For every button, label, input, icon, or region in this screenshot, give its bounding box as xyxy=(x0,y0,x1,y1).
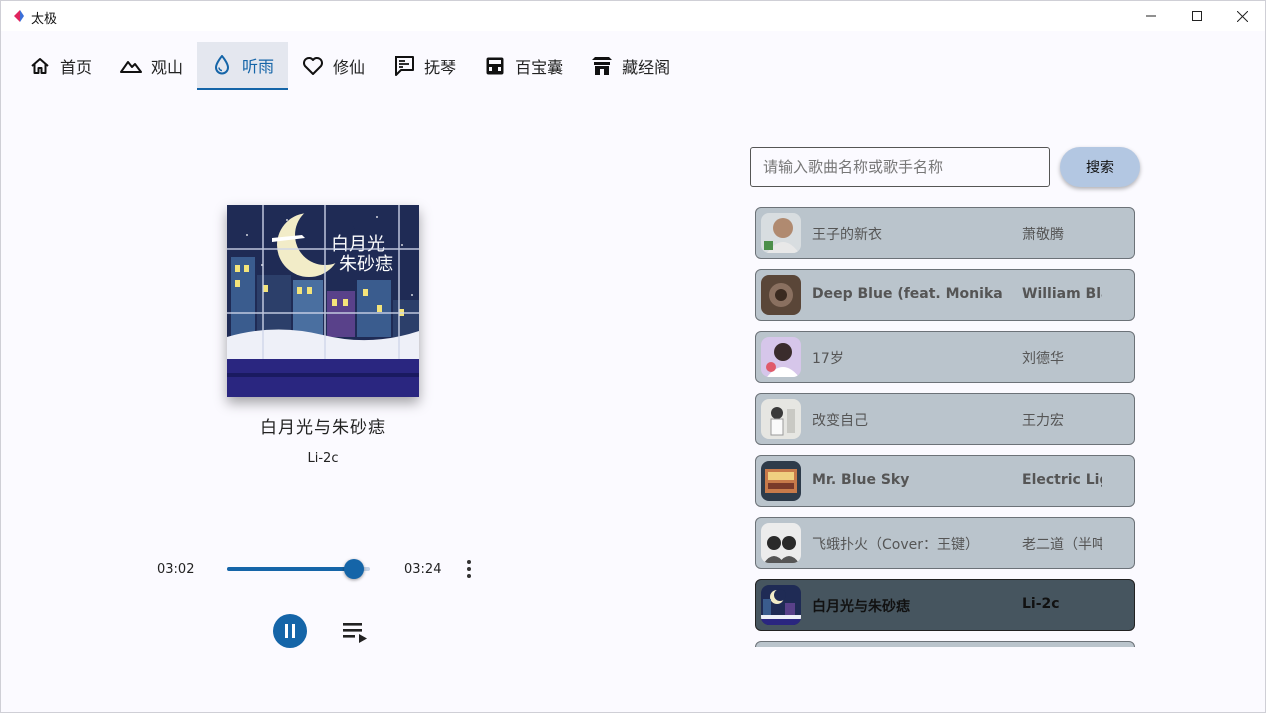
list-item-partial[interactable] xyxy=(755,641,1135,647)
tab-guqin[interactable]: 抚琴 xyxy=(379,42,470,90)
heart-icon xyxy=(302,55,324,77)
minimize-button[interactable] xyxy=(1128,1,1174,31)
song-name: 王子的新衣 xyxy=(812,227,882,243)
list-item[interactable]: 王子的新衣 萧敬腾 xyxy=(755,207,1135,259)
song-name: 改变自己 xyxy=(812,413,868,429)
tab-treasure[interactable]: 百宝囊 xyxy=(470,42,577,90)
total-time: 03:24 xyxy=(404,562,442,577)
pause-button[interactable] xyxy=(273,614,307,648)
song-name: 白月光与朱砂痣 xyxy=(812,599,910,615)
list-item[interactable]: 飞蛾扑火（Cover：王键） 老二道（半吨兄弟） xyxy=(755,517,1135,569)
song-artist: 王力宏 xyxy=(1022,413,1064,429)
search-button[interactable]: 搜索 xyxy=(1060,147,1140,187)
song-list[interactable]: 王子的新衣 萧敬腾 Deep Blue (feat. Monika Santuc… xyxy=(755,207,1137,647)
tab-label: 首页 xyxy=(60,58,93,77)
app-window: 太极 首页 观山 听雨 修仙 抚琴 百宝囊 藏经阁 白月光 朱砂痣 白月光与朱砂… xyxy=(0,0,1266,713)
window-title: 太极 xyxy=(31,12,58,27)
list-item-current[interactable]: 白月光与朱砂痣 Li-2c xyxy=(755,579,1135,631)
song-name: 飞蛾扑火（Cover：王键） xyxy=(812,537,979,553)
inbox-icon xyxy=(484,55,506,77)
tab-label: 修仙 xyxy=(333,58,366,77)
tab-label: 百宝囊 xyxy=(515,58,564,77)
progress-thumb[interactable] xyxy=(344,559,365,579)
main-nav: 首页 观山 听雨 修仙 抚琴 百宝囊 藏经阁 xyxy=(15,42,684,90)
list-item[interactable]: Mr. Blue Sky Electric Light Orchestra xyxy=(755,455,1135,507)
svg-text:朱砂痣: 朱砂痣 xyxy=(339,254,393,275)
maximize-button[interactable] xyxy=(1174,1,1220,31)
song-title: 白月光与朱砂痣 xyxy=(260,418,386,438)
song-name: Mr. Blue Sky xyxy=(812,472,910,488)
album-cover: 白月光 朱砂痣 xyxy=(227,205,419,397)
tab-cultivate[interactable]: 修仙 xyxy=(288,42,379,90)
temple-icon xyxy=(591,55,613,77)
song-thumbnail xyxy=(761,585,801,625)
tab-label: 抚琴 xyxy=(424,58,457,77)
close-icon xyxy=(1236,10,1248,22)
search-input[interactable] xyxy=(750,147,1050,187)
tab-library[interactable]: 藏经阁 xyxy=(577,42,684,90)
progress-fill xyxy=(227,567,355,571)
list-item[interactable]: Deep Blue (feat. Monika Santucci) Willia… xyxy=(755,269,1135,321)
song-thumbnail xyxy=(761,461,801,501)
title-bar: 太极 xyxy=(1,1,1265,31)
playlist-button[interactable] xyxy=(340,618,370,646)
song-thumbnail xyxy=(761,523,801,563)
song-artist: Li-2c xyxy=(307,451,339,466)
song-artist: Electric Light Orchestra xyxy=(1022,472,1102,488)
more-vert-icon xyxy=(467,560,471,578)
more-options-button[interactable] xyxy=(459,558,479,580)
pause-icon xyxy=(285,624,295,638)
song-name: 17岁 xyxy=(812,351,844,367)
song-artist: 老二道（半吨兄弟） xyxy=(1022,537,1102,553)
close-button[interactable] xyxy=(1219,1,1265,31)
tab-rain[interactable]: 听雨 xyxy=(197,42,289,90)
song-thumbnail xyxy=(761,399,801,439)
home-icon xyxy=(29,55,51,77)
song-thumbnail xyxy=(761,275,801,315)
app-logo-icon xyxy=(14,10,24,22)
song-artist: 刘德华 xyxy=(1022,351,1064,367)
song-artist: Li-2c xyxy=(1022,596,1060,612)
tab-label: 听雨 xyxy=(242,57,275,76)
song-thumbnail xyxy=(761,213,801,253)
song-name: Deep Blue (feat. Monika Santucci) xyxy=(812,286,1008,302)
tab-mountains[interactable]: 观山 xyxy=(106,42,197,90)
mountains-icon xyxy=(120,55,143,77)
tab-label: 观山 xyxy=(151,58,184,77)
list-item[interactable]: 17岁 刘德华 xyxy=(755,331,1135,383)
notes-icon xyxy=(393,55,415,77)
minimize-icon xyxy=(1146,15,1156,17)
water-drop-icon xyxy=(211,54,233,76)
song-artist: William Black xyxy=(1022,286,1102,302)
svg-text:白月光: 白月光 xyxy=(331,234,385,255)
song-thumbnail xyxy=(761,337,801,377)
maximize-icon xyxy=(1192,11,1202,21)
song-artist: 萧敬腾 xyxy=(1022,227,1064,243)
list-item[interactable]: 改变自己 王力宏 xyxy=(755,393,1135,445)
queue-music-icon xyxy=(343,623,367,643)
current-time: 03:02 xyxy=(157,562,195,577)
tab-label: 藏经阁 xyxy=(622,58,671,77)
tab-home[interactable]: 首页 xyxy=(15,42,106,90)
